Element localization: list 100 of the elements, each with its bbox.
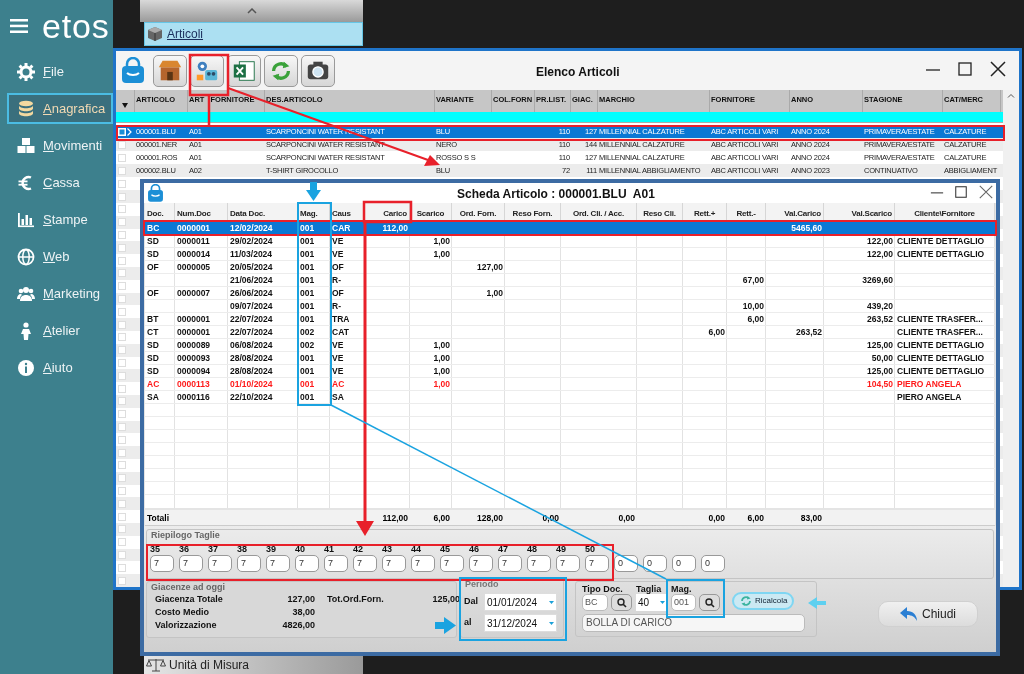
- table-cell-text: SD: [146, 248, 160, 261]
- table-row[interactable]: SD 0000089 06/08/2024 002 VE 1,00 125,00 CLIENTE DETTAGLIO: [145, 339, 995, 352]
- size-field[interactable]: 0: [614, 555, 638, 572]
- column-header[interactable]: Val.Scarico: [824, 203, 895, 221]
- table-row[interactable]: SD 0000014 11/03/2024 001 VE 1,00 122,00 CLIENTE DETTAGLIO: [145, 248, 995, 261]
- table-cell-text: CLIENTE DETTAGLIO: [896, 248, 986, 261]
- table-cell-text: BC: [146, 222, 161, 235]
- table-row[interactable]: SD 0000093 28/08/2024 001 VE 1,00 50,00 CLIENTE DETTAGLIO: [145, 352, 995, 365]
- table-cell-text: 22/07/2024: [229, 326, 274, 339]
- sidebar-item[interactable]: Web: [7, 241, 113, 272]
- size-field[interactable]: 7: [179, 555, 203, 572]
- table-cell-text: BT: [146, 313, 160, 326]
- size-field[interactable]: 7: [469, 555, 493, 572]
- size-field[interactable]: 0: [701, 555, 725, 572]
- table-cell-text: VE: [331, 339, 345, 352]
- table-row[interactable]: 09/07/2024 001 R- 10,00 439,20: [145, 300, 995, 313]
- size-label: 49: [556, 544, 567, 555]
- column-header[interactable]: Reso Forn.: [505, 203, 561, 221]
- table-cell-text: TRA: [331, 313, 351, 326]
- input-field[interactable]: BC: [582, 594, 608, 611]
- size-field[interactable]: 7: [208, 555, 232, 572]
- table-row[interactable]: SA 0000116 22/10/2024 001 SA PIERO ANGELA: [145, 391, 995, 404]
- size-field[interactable]: 7: [266, 555, 290, 572]
- column-header[interactable]: Doc.: [145, 203, 175, 221]
- size-field[interactable]: 7: [237, 555, 261, 572]
- sidebar-item[interactable]: Movimenti: [7, 130, 113, 161]
- table-cell-text: VE: [331, 352, 345, 365]
- column-header[interactable]: Ord. Forn.: [452, 203, 505, 221]
- size-field[interactable]: 7: [295, 555, 319, 572]
- size-dropdown[interactable]: 40: [636, 594, 667, 611]
- size-field[interactable]: 7: [556, 555, 580, 572]
- table-row[interactable]: BT 0000001 22/07/2024 001 TRA 6,00 263,52 CLIENTE TRASFER...: [145, 313, 995, 326]
- sidebar-item[interactable]: Cassa: [7, 167, 113, 198]
- column-header[interactable]: Reso Cli.: [637, 203, 683, 221]
- field-label: Dal: [464, 595, 479, 609]
- table-row[interactable]: OF 0000005 20/05/2024 001 OF 127,00: [145, 261, 995, 274]
- size-label: 44: [411, 544, 422, 555]
- field-label: Tipo Doc.: [582, 584, 624, 594]
- size-field[interactable]: 7: [150, 555, 174, 572]
- sidebar-item[interactable]: Stampe: [7, 204, 113, 235]
- sidebar-item[interactable]: Atelier: [7, 315, 113, 346]
- table-cell-text: CLIENTE DETTAGLIO: [896, 235, 986, 248]
- description-field[interactable]: BOLLA DI CARICO: [582, 614, 805, 632]
- column-header[interactable]: Val.Carico: [766, 203, 824, 221]
- sidebar-item[interactable]: Marketing: [7, 278, 113, 309]
- field-label: Costo Medio: [155, 606, 210, 618]
- table-cell-text: VE: [331, 365, 345, 378]
- column-header[interactable]: Data Doc.: [228, 203, 298, 221]
- sidebar-item[interactable]: File: [7, 56, 113, 87]
- table-cell-text: CT: [146, 326, 160, 339]
- table-cell-text: 1,00: [432, 365, 451, 378]
- table-cell-text: 21/06/2024: [229, 274, 274, 287]
- table-row[interactable]: SD 0000094 28/08/2024 001 VE 1,00 125,00 CLIENTE DETTAGLIO: [145, 365, 995, 378]
- column-header[interactable]: Mag.: [298, 203, 330, 221]
- size-field[interactable]: 7: [440, 555, 464, 572]
- table-row[interactable]: OF 0000007 26/06/2024 001 OF 1,00: [145, 287, 995, 300]
- date-field[interactable]: 31/12/2024: [484, 614, 557, 632]
- table-cell-text: 125,00: [866, 339, 894, 352]
- size-label: 42: [353, 544, 364, 555]
- date-field[interactable]: 01/01/2024: [484, 593, 557, 611]
- column-header[interactable]: Ord. Cli. / Acc.: [561, 203, 637, 221]
- field-label: Giacenza Totale: [155, 593, 224, 605]
- field-value: 38,00: [291, 606, 315, 618]
- table-cell-text: 10,00: [741, 300, 765, 313]
- size-field[interactable]: 7: [585, 555, 609, 572]
- recalculate-button[interactable]: Ricalcola: [732, 592, 795, 610]
- close-button[interactable]: Chiudi: [878, 601, 978, 627]
- column-header[interactable]: Cliente\Fornitore: [895, 203, 995, 221]
- table-cell-text: 127,00: [476, 261, 504, 274]
- size-field[interactable]: 7: [527, 555, 551, 572]
- total-cell-text: 112,00: [381, 512, 409, 525]
- input-field[interactable]: 001: [671, 594, 696, 611]
- sidebar-item[interactable]: Aiuto: [7, 352, 113, 383]
- table-cell-text: OF: [146, 261, 160, 274]
- column-header[interactable]: Num.Doc: [175, 203, 228, 221]
- table-cell-text: 11/03/2024: [229, 248, 274, 261]
- table-row[interactable]: CT 0000001 22/07/2024 002 CAT 6,00 263,52 CLIENTE TRASFER...: [145, 326, 995, 339]
- table-row[interactable]: SD 0000011 29/02/2024 001 VE 1,00 122,00 CLIENTE DETTAGLIO: [145, 235, 995, 248]
- size-field[interactable]: 7: [353, 555, 377, 572]
- column-header[interactable]: Rett.+: [683, 203, 727, 221]
- size-field[interactable]: 0: [643, 555, 667, 572]
- size-label: 36: [179, 544, 190, 555]
- size-field[interactable]: 7: [498, 555, 522, 572]
- column-header[interactable]: Caus: [330, 203, 365, 221]
- table-cell-text: 6,00: [746, 313, 765, 326]
- column-header[interactable]: Rett.-: [727, 203, 766, 221]
- total-cell-text: 0,00: [617, 512, 636, 525]
- size-field[interactable]: 7: [382, 555, 406, 572]
- size-field[interactable]: 7: [411, 555, 435, 572]
- window-tab[interactable]: Articoli: [144, 22, 363, 46]
- table-row[interactable]: 21/06/2024 001 R- 67,00 3269,60: [145, 274, 995, 287]
- column-header[interactable]: Scarico: [410, 203, 452, 221]
- size-field[interactable]: 7: [324, 555, 348, 572]
- table-row[interactable]: AC 0000113 01/10/2024 001 AC 1,00 104,50 PIERO ANGELA: [145, 378, 995, 391]
- panel-title: Giacenze ad oggi: [150, 582, 226, 593]
- total-cell-text: 0,00: [707, 512, 726, 525]
- sidebar-item[interactable]: Anagrafica: [7, 93, 113, 124]
- size-field[interactable]: 0: [672, 555, 696, 572]
- window-tab[interactable]: Unità di Misura: [144, 656, 363, 674]
- panel-title: Riepilogo Taglie: [150, 530, 220, 541]
